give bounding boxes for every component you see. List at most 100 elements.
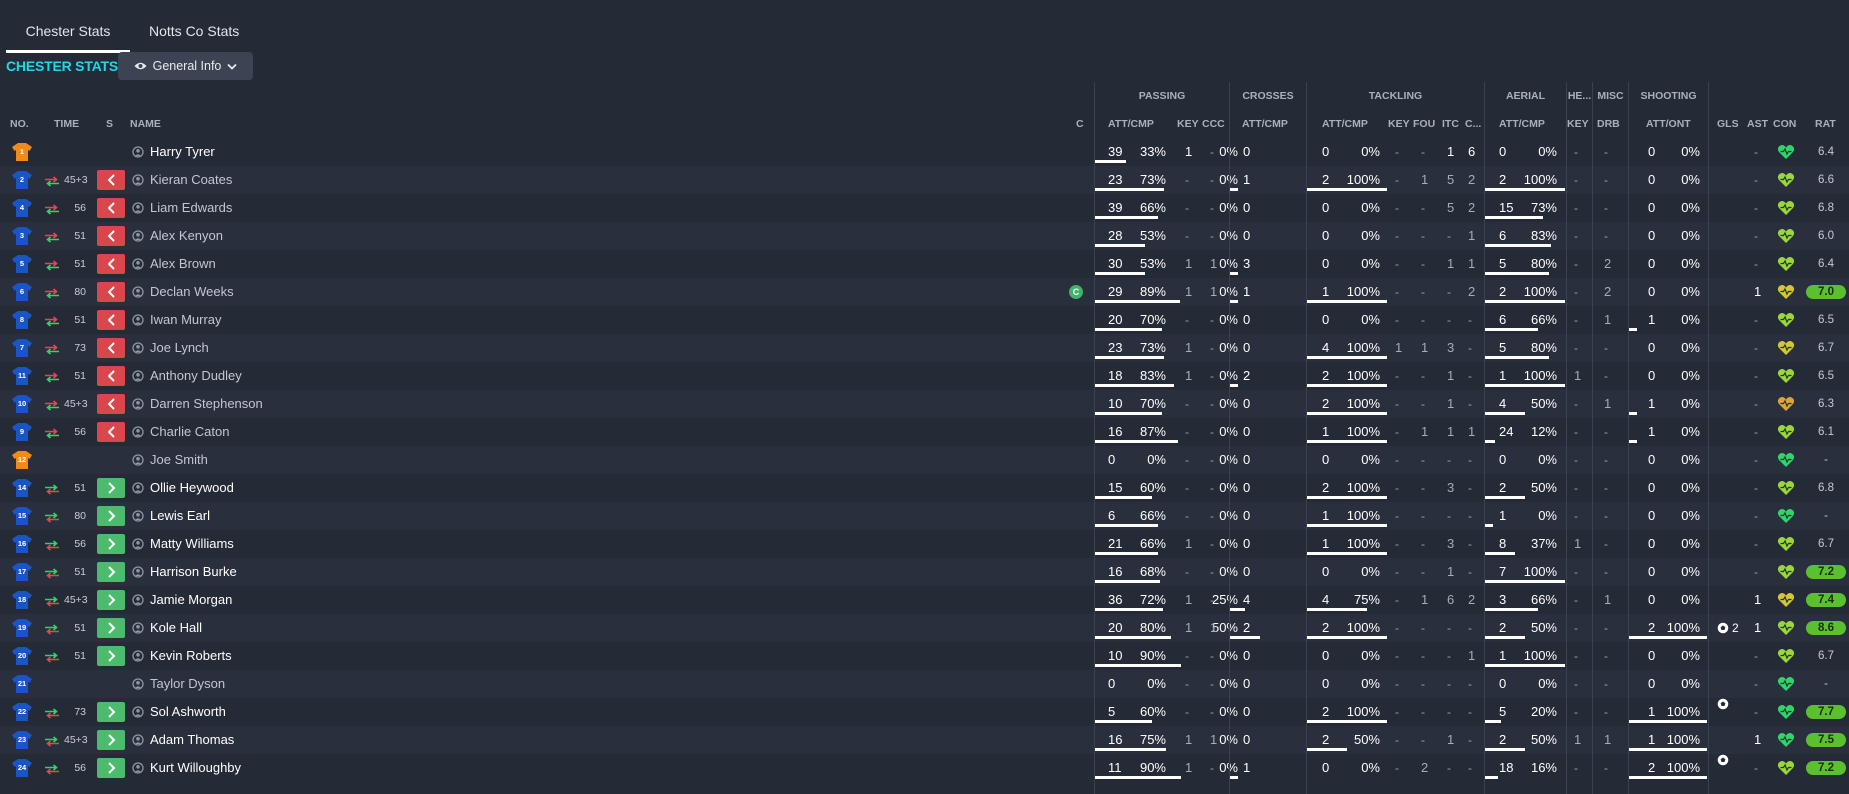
- player-profile-icon[interactable]: [132, 146, 144, 158]
- player-name[interactable]: Joe Lynch: [150, 334, 209, 362]
- sub-off-button[interactable]: [97, 310, 125, 330]
- player-profile-icon[interactable]: [132, 174, 144, 186]
- player-profile-icon[interactable]: [132, 230, 144, 242]
- player-profile-icon[interactable]: [132, 482, 144, 494]
- player-name[interactable]: Adam Thomas: [150, 726, 234, 754]
- column-header-tack-key[interactable]: KEY: [1388, 110, 1412, 138]
- player-name[interactable]: Jamie Morgan: [150, 586, 232, 614]
- player-profile-icon[interactable]: [132, 594, 144, 606]
- sub-on-button[interactable]: [97, 478, 125, 498]
- player-profile-icon[interactable]: [132, 286, 144, 298]
- player-profile-icon[interactable]: [132, 650, 144, 662]
- sub-off-button[interactable]: [97, 394, 125, 414]
- player-name[interactable]: Kole Hall: [150, 614, 202, 642]
- player-name[interactable]: Kieran Coates: [150, 166, 232, 194]
- sub-on-button[interactable]: [97, 702, 125, 722]
- table-row[interactable]: 851Iwan Murray2070%00%00%666%10%-------1…: [0, 306, 1849, 334]
- player-profile-icon[interactable]: [132, 314, 144, 326]
- sub-off-button[interactable]: [97, 254, 125, 274]
- sub-off-button[interactable]: [97, 282, 125, 302]
- player-name[interactable]: Alex Brown: [150, 250, 216, 278]
- column-header-drb[interactable]: DRB: [1597, 110, 1627, 138]
- player-name[interactable]: Kevin Roberts: [150, 642, 232, 670]
- player-profile-icon[interactable]: [132, 202, 144, 214]
- sub-on-button[interactable]: [97, 646, 125, 666]
- column-header-shot-attont[interactable]: ATT/ONT: [1646, 110, 1706, 138]
- sub-off-button[interactable]: [97, 198, 125, 218]
- column-header-no[interactable]: NO.: [10, 110, 40, 138]
- column-header-name[interactable]: NAME: [130, 110, 190, 138]
- table-row[interactable]: 1151Anthony Dudley1883%20%2100%1100%00%1…: [0, 362, 1849, 390]
- column-header-pass-attcmp[interactable]: ATT/CMP: [1108, 110, 1168, 138]
- player-name[interactable]: Ollie Heywood: [150, 474, 234, 502]
- player-name[interactable]: Declan Weeks: [150, 278, 234, 306]
- table-row[interactable]: 1451Ollie Heywood1560%00%2100%250%00%---…: [0, 474, 1849, 502]
- column-header-time[interactable]: TIME: [54, 110, 94, 138]
- player-name[interactable]: Lewis Earl: [150, 502, 210, 530]
- sub-off-button[interactable]: [97, 170, 125, 190]
- table-row[interactable]: 680Declan WeeksC2989%10%1100%2100%00%11-…: [0, 278, 1849, 306]
- sub-off-button[interactable]: [97, 422, 125, 442]
- table-row[interactable]: 1751Harrison Burke1668%00%00%7100%00%---…: [0, 558, 1849, 586]
- sub-on-button[interactable]: [97, 534, 125, 554]
- sub-off-button[interactable]: [97, 338, 125, 358]
- column-header-cross-attcmp[interactable]: ATT/CMP: [1242, 110, 1302, 138]
- player-profile-icon[interactable]: [132, 538, 144, 550]
- view-selector-button[interactable]: General Info: [118, 52, 253, 80]
- table-row[interactable]: 456Liam Edwards3966%00%00%1573%00%----52…: [0, 194, 1849, 222]
- column-header-ast[interactable]: AST: [1747, 110, 1771, 138]
- player-name[interactable]: Kurt Willoughby: [150, 754, 241, 782]
- player-name[interactable]: Iwan Murray: [150, 306, 222, 334]
- sub-on-button[interactable]: [97, 590, 125, 610]
- player-profile-icon[interactable]: [132, 426, 144, 438]
- table-row[interactable]: 12Joe Smith00%00%00%00%00%----------: [0, 446, 1849, 474]
- sub-on-button[interactable]: [97, 758, 125, 778]
- sub-on-button[interactable]: [97, 562, 125, 582]
- column-header-fou[interactable]: FOU: [1413, 110, 1439, 138]
- column-header-itc[interactable]: ITC: [1442, 110, 1462, 138]
- player-name[interactable]: Darren Stephenson: [150, 390, 263, 418]
- player-profile-icon[interactable]: [132, 734, 144, 746]
- column-header-aer-attcmp[interactable]: ATT/CMP: [1499, 110, 1559, 138]
- table-row[interactable]: 956Charlie Caton1687%00%1100%2412%10%---…: [0, 418, 1849, 446]
- player-profile-icon[interactable]: [132, 706, 144, 718]
- player-name[interactable]: Taylor Dyson: [150, 670, 225, 698]
- column-header-c[interactable]: C: [1076, 110, 1088, 138]
- table-row[interactable]: 1656Matty Williams2166%00%1100%837%00%1-…: [0, 530, 1849, 558]
- column-header-s[interactable]: S: [106, 110, 118, 138]
- column-header-rat[interactable]: RAT: [1815, 110, 1843, 138]
- tab-notts-co-stats[interactable]: Notts Co Stats: [130, 14, 258, 50]
- player-profile-icon[interactable]: [132, 622, 144, 634]
- table-row[interactable]: 1Harry Tyrer3933%00%00%00%00%1---16---6.…: [0, 138, 1849, 166]
- player-profile-icon[interactable]: [132, 342, 144, 354]
- player-name[interactable]: Harry Tyrer: [150, 138, 215, 166]
- player-profile-icon[interactable]: [132, 510, 144, 522]
- table-row[interactable]: 245+3Kieran Coates2373%10%2100%2100%00%-…: [0, 166, 1849, 194]
- player-name[interactable]: Joe Smith: [150, 446, 208, 474]
- tab-chester-stats[interactable]: Chester Stats: [6, 14, 130, 53]
- player-name[interactable]: Harrison Burke: [150, 558, 237, 586]
- table-row[interactable]: 19 51 Kole Hall 20 80% 2 50% 2 100% 2 50% 2 100% 1 1- -…: [0, 614, 1849, 642]
- table-row[interactable]: 773Joe Lynch2373%00%4100%580%00%1-113---…: [0, 334, 1849, 362]
- column-header-ccc[interactable]: CCC: [1202, 110, 1226, 138]
- player-profile-icon[interactable]: [132, 370, 144, 382]
- player-profile-icon[interactable]: [132, 398, 144, 410]
- player-profile-icon[interactable]: [132, 454, 144, 466]
- table-row[interactable]: 18 45+3 Jamie Morgan 36 72% 4 25% 4 75% 3 66% 0 0% 1-…: [0, 586, 1849, 614]
- sub-on-button[interactable]: [97, 506, 125, 526]
- player-profile-icon[interactable]: [132, 566, 144, 578]
- table-row[interactable]: 2273Sol Ashworth560%00%2100%520%1100%---…: [0, 698, 1849, 726]
- sub-on-button[interactable]: [97, 618, 125, 638]
- player-name[interactable]: Matty Williams: [150, 530, 234, 558]
- column-header-gls[interactable]: GLS: [1717, 110, 1741, 138]
- table-row[interactable]: 21Taylor Dyson00%00%00%00%00%----------: [0, 670, 1849, 698]
- sub-off-button[interactable]: [97, 226, 125, 246]
- table-row[interactable]: 351Alex Kenyon2853%00%00%683%00%-----1--…: [0, 222, 1849, 250]
- column-header-con[interactable]: CON: [1773, 110, 1803, 138]
- player-profile-icon[interactable]: [132, 258, 144, 270]
- player-name[interactable]: Liam Edwards: [150, 194, 232, 222]
- table-row[interactable]: 551Alex Brown3053%30%00%580%00%11--11-2-…: [0, 250, 1849, 278]
- table-row[interactable]: 2456Kurt Willoughby1190%10%00%1816%2100%…: [0, 754, 1849, 782]
- player-name[interactable]: Anthony Dudley: [150, 362, 242, 390]
- sub-off-button[interactable]: [97, 366, 125, 386]
